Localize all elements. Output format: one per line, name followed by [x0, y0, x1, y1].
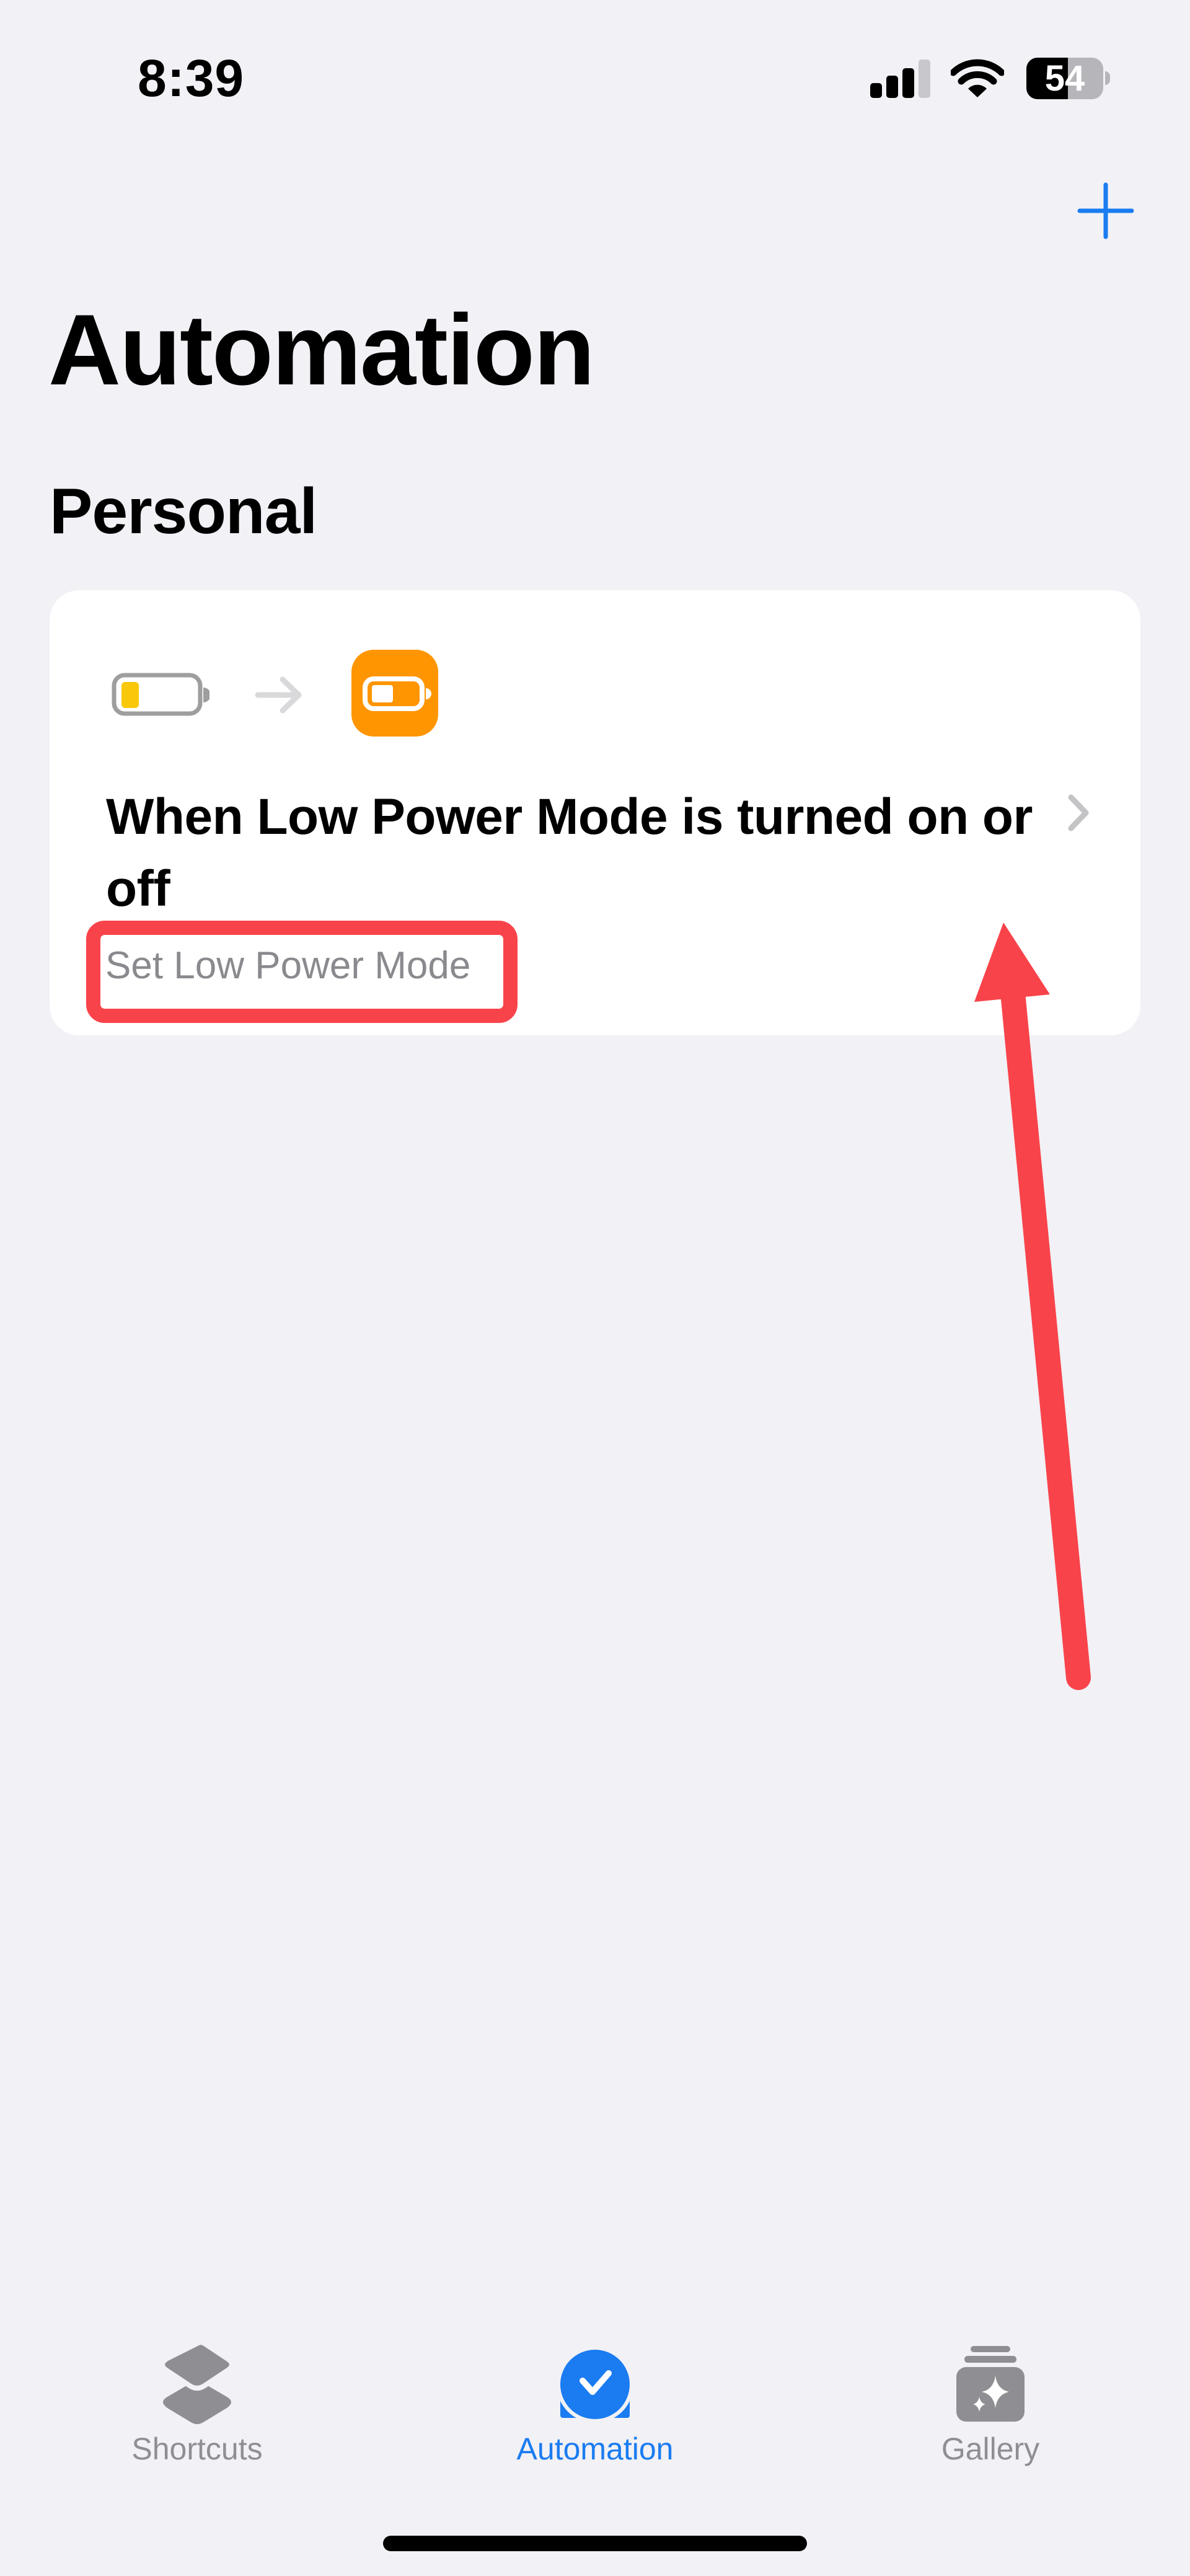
sparkles-stack-icon [956, 2346, 1025, 2422]
clock-check-icon [557, 2346, 633, 2423]
battery-percent: 54 [1044, 58, 1085, 99]
wifi-icon [951, 59, 1004, 97]
stacked-squares-icon [160, 2340, 234, 2424]
tab-label: Automation [516, 2432, 674, 2466]
tab-label: Shortcuts [131, 2432, 263, 2466]
tab-gallery[interactable]: Gallery [879, 2331, 1102, 2474]
cellular-signal-icon [870, 60, 932, 98]
battery-nub [1105, 71, 1110, 85]
signal-bar [870, 83, 882, 98]
signal-bar [902, 68, 914, 98]
page-title: Automation [48, 294, 595, 406]
chevron-right-icon [1068, 794, 1089, 831]
low-battery-icon [112, 673, 209, 716]
status-time: 8:39 [138, 49, 245, 107]
plus-icon [1077, 182, 1134, 239]
arrow-right-icon [255, 676, 302, 714]
signal-bar [886, 76, 898, 98]
low-power-mode-icon [351, 650, 438, 737]
automation-card[interactable]: When Low Power Mode is turned on or off … [50, 590, 1140, 1035]
section-header-personal: Personal [50, 476, 317, 547]
tab-shortcuts[interactable]: Shortcuts [86, 2331, 309, 2474]
battery-icon: 54 [1026, 58, 1103, 99]
tab-label: Gallery [941, 2432, 1040, 2466]
signal-bar [919, 60, 930, 98]
automation-title: When Low Power Mode is turned on or off [106, 789, 1033, 917]
add-automation-button[interactable] [1077, 182, 1134, 239]
home-indicator[interactable] [383, 2536, 807, 2551]
tab-automation[interactable]: Automation [483, 2331, 707, 2474]
automation-action-subtitle: Set Low Power Mode [105, 944, 471, 987]
